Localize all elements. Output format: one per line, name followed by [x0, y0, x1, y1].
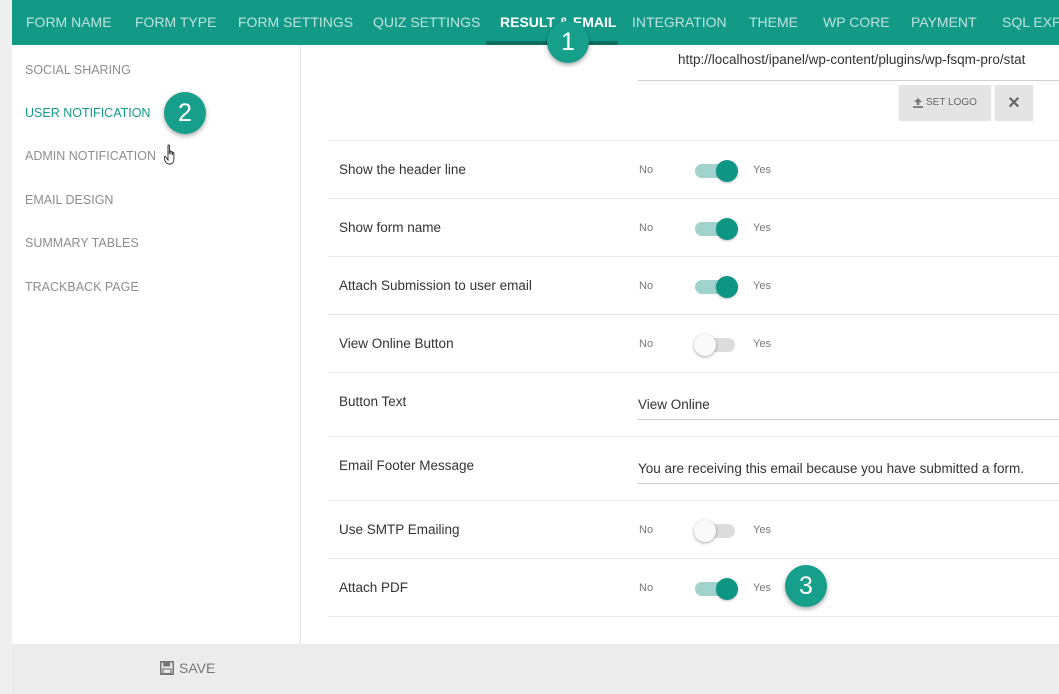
- hand-cursor-icon: [164, 144, 175, 165]
- main-panel: http://localhost/ipanel/wp-content/plugi…: [301, 45, 1059, 644]
- setting-label: Show form name: [339, 220, 442, 235]
- setting-row-header-line: Show the header line No Yes: [328, 140, 1059, 198]
- setting-label: Use SMTP Emailing: [339, 522, 460, 537]
- sidebar-item-summary-tables[interactable]: SUMMARY TABLES: [25, 236, 139, 250]
- toggle-yes-label: Yes: [753, 222, 771, 234]
- setting-label: Show the header line: [339, 162, 466, 177]
- set-logo-label: SET LOGO: [926, 97, 977, 108]
- tab-quiz-settings[interactable]: QUIZ SETTINGS: [373, 0, 480, 45]
- bottom-bar: SAVE: [12, 644, 1059, 694]
- setting-label: Attach Submission to user email: [339, 278, 532, 293]
- tab-theme[interactable]: THEME: [749, 0, 798, 45]
- tab-payment[interactable]: PAYMENT: [911, 0, 977, 45]
- save-button[interactable]: SAVE: [160, 660, 215, 676]
- sidebar-item-admin-notification[interactable]: ADMIN NOTIFICATION: [25, 149, 156, 163]
- toggle-yes-label: Yes: [753, 524, 771, 536]
- close-icon: ✕: [1007, 94, 1021, 112]
- tab-form-type[interactable]: FORM TYPE: [135, 0, 216, 45]
- attach-pdf-toggle[interactable]: [694, 578, 738, 600]
- sidebar: SOCIAL SHARING USER NOTIFICATION ADMIN N…: [12, 45, 301, 644]
- setting-row-attach-pdf: Attach PDF No Yes: [328, 558, 1059, 617]
- sidebar-item-social-sharing[interactable]: SOCIAL SHARING: [25, 63, 131, 77]
- setting-label: Email Footer Message: [339, 458, 475, 473]
- sidebar-item-user-notification[interactable]: USER NOTIFICATION: [25, 106, 150, 120]
- setting-label: Button Text: [339, 394, 407, 409]
- tab-sql-export[interactable]: SQL EXPO: [1002, 0, 1059, 45]
- upload-icon: [913, 97, 924, 108]
- setting-row-form-name: Show form name No Yes: [328, 198, 1059, 256]
- setting-label: Attach PDF: [339, 580, 409, 595]
- view-online-toggle[interactable]: [694, 334, 738, 356]
- header-line-toggle[interactable]: [694, 160, 738, 182]
- toggle-no-label: No: [639, 524, 654, 536]
- setting-label: View Online Button: [339, 336, 454, 351]
- step-badge-2: 2: [164, 92, 206, 134]
- tab-form-name[interactable]: FORM NAME: [26, 0, 112, 45]
- setting-row-attach-submission: Attach Submission to user email No Yes: [328, 256, 1059, 314]
- toggle-yes-label: Yes: [753, 280, 771, 292]
- toggle-no-label: No: [639, 222, 654, 234]
- top-nav: FORM NAME FORM TYPE FORM SETTINGS QUIZ S…: [12, 0, 1059, 45]
- remove-logo-button[interactable]: ✕: [995, 85, 1033, 120]
- toggle-yes-label: Yes: [753, 164, 771, 176]
- toggle-no-label: No: [639, 164, 654, 176]
- setting-row-footer-message: Email Footer Message You are receiving t…: [328, 436, 1059, 500]
- button-text-input[interactable]: View Online: [638, 390, 1059, 420]
- setting-row-button-text: Button Text View Online: [328, 372, 1059, 436]
- setting-row-view-online: View Online Button No Yes: [328, 314, 1059, 372]
- toggle-yes-label: Yes: [753, 338, 771, 350]
- toggle-no-label: No: [639, 582, 654, 594]
- sidebar-item-email-design[interactable]: EMAIL DESIGN: [25, 193, 113, 207]
- set-logo-button[interactable]: SET LOGO: [899, 85, 991, 120]
- save-label: SAVE: [179, 660, 216, 676]
- step-badge-1: 1: [547, 21, 589, 63]
- sidebar-item-trackback-page[interactable]: TRACKBACK PAGE: [25, 280, 139, 294]
- step-badge-3: 3: [785, 565, 827, 607]
- tab-wp-core[interactable]: WP CORE: [823, 0, 890, 45]
- attach-submission-toggle[interactable]: [694, 276, 738, 298]
- floppy-disk-icon: [160, 661, 174, 675]
- tab-form-settings[interactable]: FORM SETTINGS: [238, 0, 353, 45]
- toggle-yes-label: Yes: [753, 582, 771, 594]
- tab-integration[interactable]: INTEGRATION: [632, 0, 727, 45]
- form-name-toggle[interactable]: [694, 218, 738, 240]
- smtp-toggle[interactable]: [694, 520, 738, 542]
- footer-message-input[interactable]: You are receiving this email because you…: [638, 454, 1059, 484]
- logo-url-input[interactable]: http://localhost/ipanel/wp-content/plugi…: [638, 45, 1059, 81]
- toggle-no-label: No: [639, 280, 654, 292]
- toggle-no-label: No: [639, 338, 654, 350]
- setting-row-smtp: Use SMTP Emailing No Yes: [328, 500, 1059, 558]
